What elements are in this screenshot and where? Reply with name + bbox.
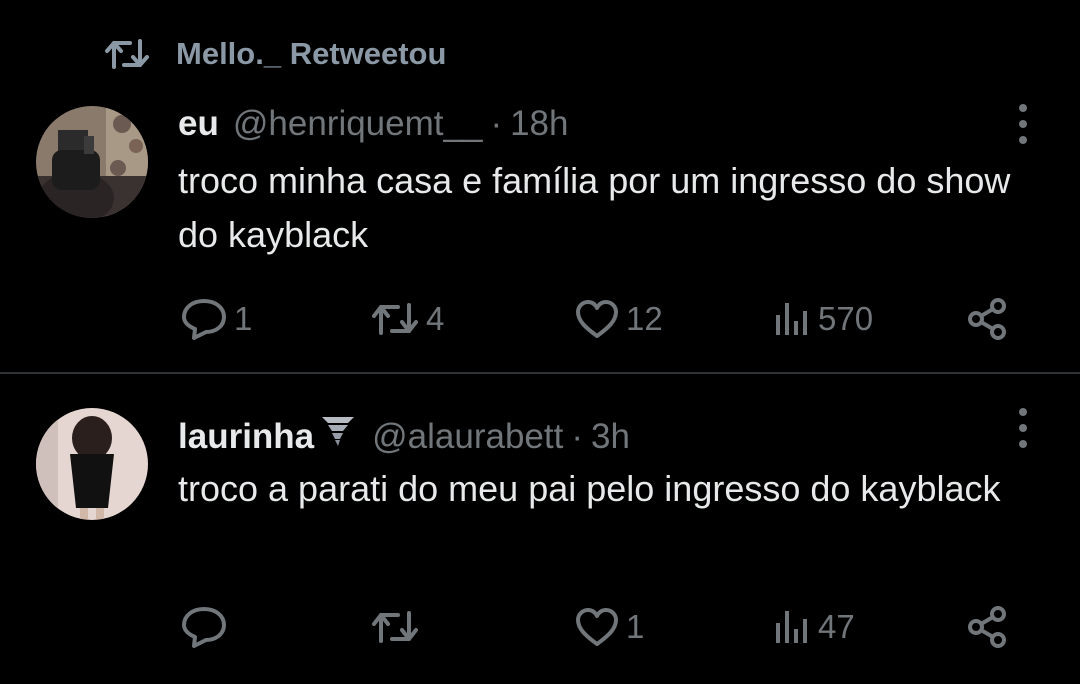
retweet-count: 4 [426,300,445,337]
share-icon [966,605,1010,649]
separator-dot: · [490,104,503,143]
tornado-emoji-icon [318,412,358,448]
timestamp[interactable]: 3h [591,417,630,457]
views-count: 570 [818,300,874,337]
views-icon [772,607,812,647]
views-button[interactable]: 570 [772,294,873,344]
retweet-icon [104,37,150,71]
like-count: 1 [626,608,645,645]
tweet-divider [0,372,1080,374]
avatar[interactable] [36,408,148,520]
display-name[interactable]: laurinha [178,417,314,457]
more-options-icon[interactable] [1010,408,1036,448]
tweet-actions: 1 47 [0,602,1080,652]
views-count: 47 [818,608,855,645]
retweet-label[interactable]: Mello._ Retweetou [176,36,446,72]
tweet-text: troco a parati do meu pai pelo ingresso … [178,468,1001,509]
avatar[interactable] [36,106,148,218]
share-button[interactable] [966,294,1010,344]
tweet-actions: 1 4 12 570 [0,294,1080,344]
like-button[interactable]: 12 [574,294,663,344]
retweet-button[interactable]: 4 [370,294,444,344]
tweet-text: troco minha casa e família por um ingres… [178,160,1011,255]
retweet-indicator[interactable]: Mello._ Retweetou [104,34,446,74]
heart-icon [574,298,620,340]
tweet-1[interactable]: Mello._ Retweetou eu @henriquemt__ · 18h… [0,0,1080,372]
tweet-header: laurinha @alaurabett · 3h [178,412,630,457]
share-button[interactable] [966,602,1010,652]
retweet-icon [370,299,420,339]
display-name[interactable]: eu [178,104,219,144]
reply-button[interactable] [180,602,234,652]
views-icon [772,299,812,339]
reply-button[interactable]: 1 [180,294,252,344]
reply-icon [180,605,228,649]
retweet-icon [370,607,420,647]
share-icon [966,297,1010,341]
like-count: 12 [626,300,663,337]
heart-icon [574,606,620,648]
views-button[interactable]: 47 [772,602,855,652]
tweet-header: eu @henriquemt__ · 18h [178,104,569,144]
separator-dot: · [571,417,583,456]
user-handle[interactable]: @alaurabett [372,417,563,457]
retweet-button[interactable] [370,602,426,652]
user-handle[interactable]: @henriquemt__ [233,104,483,144]
reply-icon [180,297,228,341]
tweet-2[interactable]: laurinha @alaurabett · 3h troco a parati… [0,376,1080,684]
reply-count: 1 [234,300,253,337]
like-button[interactable]: 1 [574,602,644,652]
timestamp[interactable]: 18h [510,104,568,144]
more-options-icon[interactable] [1010,104,1036,144]
